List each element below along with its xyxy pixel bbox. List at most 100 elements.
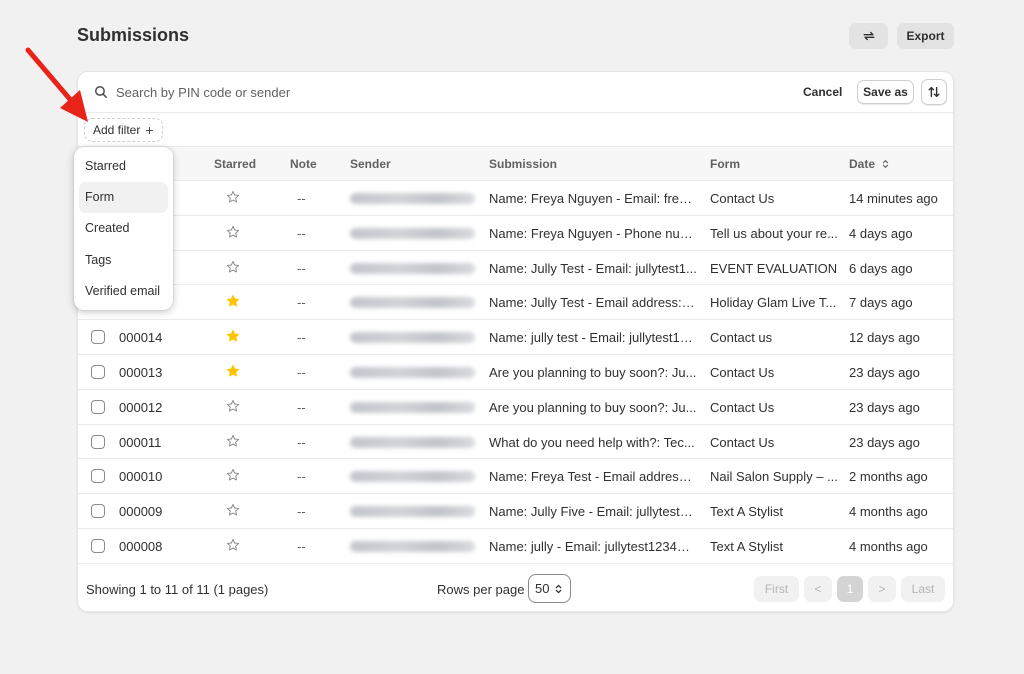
header-note[interactable]: Note: [290, 157, 317, 171]
date-cell: 23 days ago: [849, 434, 920, 450]
pin-cell: 000013: [119, 364, 163, 380]
table-row[interactable]: 000009 -- Name: Jully Five - Email: jullyt…: [78, 494, 953, 529]
table-header: Starred Note Sender Submission Form Date: [78, 147, 953, 181]
table-row[interactable]: 000014 -- Name: jully test - Email: jullyt…: [78, 320, 953, 355]
submission-cell: Name: Jully Test - Email address: j...: [489, 295, 697, 311]
annotation-arrow: [25, 47, 88, 122]
star-icon[interactable]: [226, 294, 240, 308]
row-checkbox[interactable]: [91, 434, 105, 449]
filter-menu-item-starred[interactable]: Starred: [79, 151, 168, 182]
row-checkbox[interactable]: [91, 330, 105, 345]
note-cell: --: [297, 399, 306, 415]
star-icon[interactable]: [226, 468, 240, 482]
header-date[interactable]: Date: [849, 157, 890, 171]
submission-cell: Name: Jully Five - Email: jullytest1...: [489, 504, 697, 520]
pagination-prev[interactable]: <: [804, 576, 832, 602]
search-input[interactable]: [116, 84, 756, 100]
sender-cell-blurred: [350, 401, 475, 413]
search-bar: Cancel Save as: [78, 72, 953, 113]
row-checkbox[interactable]: [91, 504, 105, 519]
table-row[interactable]: 000011 -- What do you need help with?: Tec…: [78, 425, 953, 460]
header-sender[interactable]: Sender: [350, 157, 391, 171]
star-icon[interactable]: [226, 190, 240, 204]
filter-menu-item-form[interactable]: Form: [79, 182, 168, 214]
sender-cell-blurred: [350, 227, 475, 239]
sync-button[interactable]: [849, 23, 888, 49]
submission-cell: Name: Freya Nguyen - Email: freya...: [489, 191, 697, 206]
row-checkbox[interactable]: [91, 469, 105, 484]
sender-cell-blurred: [350, 471, 475, 483]
pin-cell: 000010: [119, 469, 163, 485]
table-row[interactable]: 000010 -- Name: Freya Test - Email address…: [78, 459, 953, 495]
star-icon[interactable]: [226, 364, 240, 378]
submission-cell: Name: jully - Email: jullytest1234@...: [489, 538, 697, 554]
filter-menu-item-verified-email[interactable]: Verified email: [79, 276, 168, 307]
star-icon[interactable]: [226, 225, 240, 239]
page-title: Submissions: [77, 25, 190, 45]
sort-button[interactable]: [921, 79, 947, 105]
table-row[interactable]: 000013 -- Are you planning to buy soon?: J…: [78, 355, 953, 390]
header-form[interactable]: Form: [710, 157, 740, 171]
sender-cell-blurred: [350, 540, 475, 552]
form-cell: Contact Us: [710, 434, 775, 450]
submission-cell: Name: Freya Test - Email address: ...: [489, 469, 697, 485]
pagination-current[interactable]: 1: [837, 576, 863, 602]
date-cell: 4 months ago: [849, 538, 928, 554]
cancel-button[interactable]: Cancel: [803, 81, 842, 103]
date-cell: 6 days ago: [849, 260, 913, 276]
table-row[interactable]: 000008 -- Name: jully - Email: jullytest12…: [78, 529, 953, 564]
search-box[interactable]: [84, 78, 792, 106]
sender-cell-blurred: [350, 332, 475, 344]
note-cell: --: [297, 330, 306, 346]
rows-per-page-value: 50: [535, 581, 550, 596]
note-cell: --: [297, 504, 306, 520]
note-cell: --: [297, 191, 306, 206]
submission-cell: Name: jully test - Email: jullytest12...: [489, 330, 697, 346]
table-row[interactable]: -- Name: Freya Nguyen - Phone num... Tell …: [78, 216, 953, 251]
form-cell: EVENT EVALUATION: [710, 260, 838, 276]
star-icon[interactable]: [226, 260, 240, 274]
sender-cell-blurred: [350, 262, 475, 274]
filter-menu-item-created[interactable]: Created: [79, 213, 168, 244]
row-checkbox[interactable]: [91, 538, 105, 553]
form-cell: Nail Salon Supply – ...: [710, 469, 838, 485]
note-cell: --: [297, 225, 306, 241]
filter-menu-item-tags[interactable]: Tags: [79, 245, 168, 276]
form-cell: Text A Stylist: [710, 504, 783, 520]
row-checkbox[interactable]: [91, 399, 105, 414]
submission-cell: What do you need help with?: Tec...: [489, 434, 695, 450]
pin-cell: 000012: [119, 399, 163, 415]
sort-icon: [928, 86, 940, 98]
row-checkbox[interactable]: [91, 364, 105, 379]
star-icon[interactable]: [226, 329, 240, 343]
pagination-last[interactable]: Last: [901, 576, 945, 602]
save-as-button[interactable]: Save as: [857, 80, 914, 104]
star-icon[interactable]: [226, 434, 240, 448]
table-row[interactable]: 000012 -- Are you planning to buy soon?: J…: [78, 390, 953, 425]
form-cell: Tell us about your re...: [710, 225, 838, 241]
chevron-up-down-icon: [556, 584, 562, 593]
form-cell: Text A Stylist: [710, 538, 783, 554]
export-button[interactable]: Export: [897, 23, 954, 49]
pagination-first[interactable]: First: [754, 576, 799, 602]
note-cell: --: [297, 469, 306, 485]
date-cell: 4 days ago: [849, 225, 913, 241]
sender-cell-blurred: [350, 506, 475, 518]
sync-icon: [862, 31, 875, 41]
chevron-up-down-icon: [883, 160, 889, 168]
star-icon[interactable]: [226, 538, 240, 552]
table-row[interactable]: -- Name: Jully Test - Email address: j...…: [78, 285, 953, 321]
table-row[interactable]: -- Name: Jully Test - Email: jullytest1..…: [78, 251, 953, 286]
rows-per-page-select[interactable]: 50: [528, 574, 571, 603]
date-cell: 4 months ago: [849, 504, 928, 520]
form-cell: Holiday Glam Live T...: [710, 295, 837, 311]
date-cell: 2 months ago: [849, 469, 928, 485]
star-icon[interactable]: [226, 399, 240, 413]
pagination-next[interactable]: >: [868, 576, 896, 602]
star-icon[interactable]: [226, 503, 240, 517]
header-starred[interactable]: Starred: [214, 157, 256, 171]
table-row[interactable]: -- Name: Freya Nguyen - Email: freya... Co…: [78, 181, 953, 216]
filter-bar: Add filter +: [78, 113, 953, 147]
header-submission[interactable]: Submission: [489, 157, 557, 171]
filter-menu: Starred Form Created Tags Verified email: [74, 147, 173, 310]
